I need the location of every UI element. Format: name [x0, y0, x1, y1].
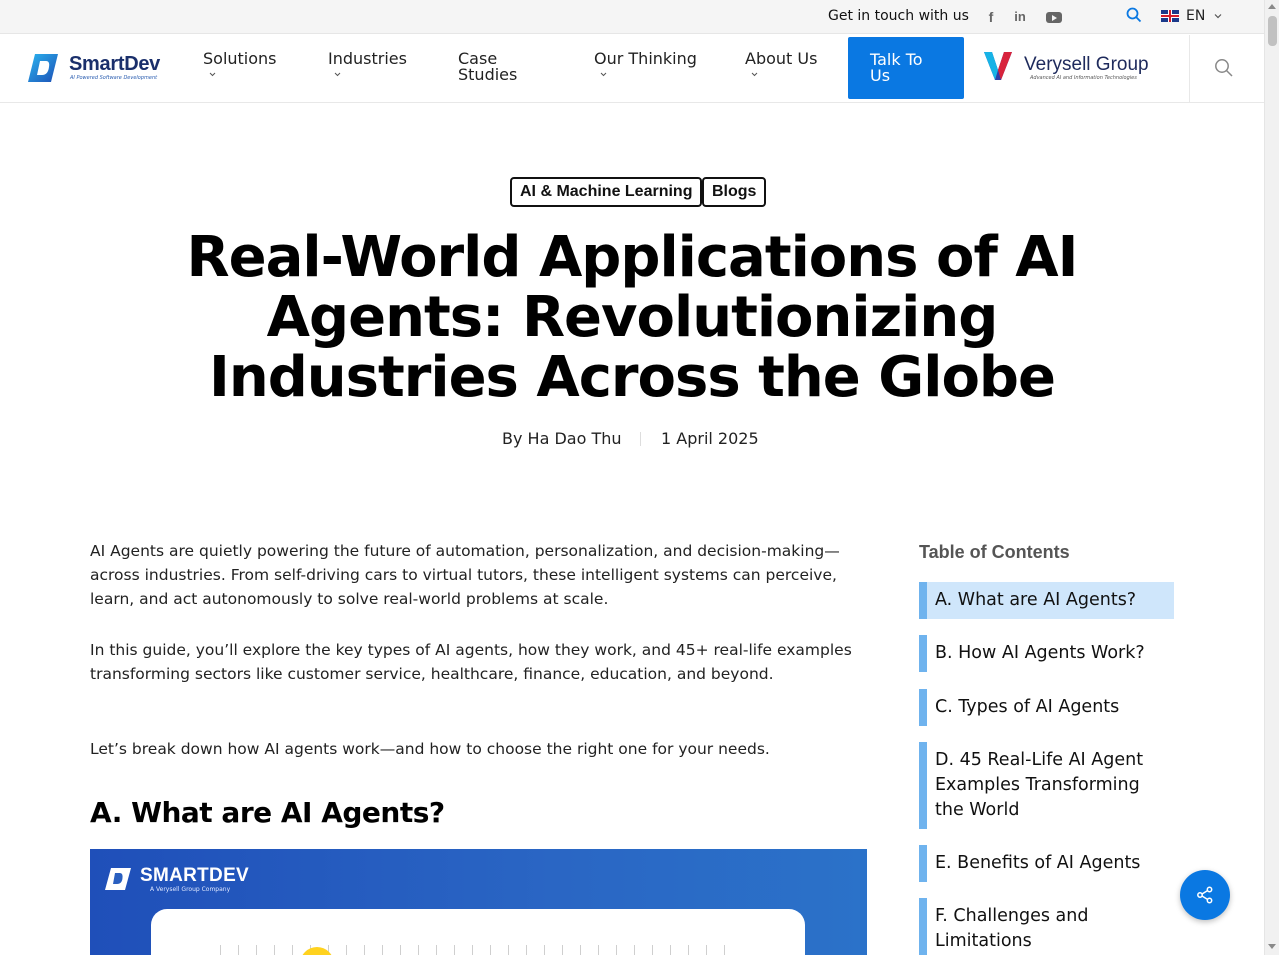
verysell-group-logo[interactable]: Verysell Group Advanced AI and Informati…: [984, 51, 1154, 85]
hero-ruler: [220, 945, 740, 955]
nav-label: Case Studies: [458, 49, 518, 84]
talk-to-us-button[interactable]: Talk To Us: [848, 37, 964, 99]
toc-title: Table of Contents: [919, 542, 1070, 562]
contact-link[interactable]: Get in touch with us: [828, 8, 969, 24]
hero-brand: SMARTDEV: [140, 865, 250, 886]
breakdown-paragraph: Let’s break down how AI agents work—and …: [90, 740, 770, 758]
logo-tagline: AI Powered Software Development: [70, 75, 158, 81]
top-utility-bar: Get in touch with us f in EN: [0, 0, 1264, 34]
smartdev-logo-icon: [28, 54, 58, 82]
linkedin-icon[interactable]: in: [1013, 10, 1027, 24]
author-byline[interactable]: By Ha Dao Thu: [502, 429, 622, 448]
smartdev-logo-icon: [105, 868, 131, 890]
scroll-up-arrow-icon[interactable]: [1268, 4, 1276, 9]
main-header: SmartDev AI Powered Software Development…: [0, 35, 1264, 103]
nav-case-studies[interactable]: Case Studies: [458, 51, 548, 83]
nav-solutions[interactable]: Solutions: [203, 51, 277, 78]
verysell-logo-icon: [984, 52, 1012, 80]
share-button[interactable]: [1180, 870, 1230, 920]
search-icon[interactable]: [1126, 7, 1142, 23]
scroll-down-arrow-icon[interactable]: [1268, 944, 1276, 949]
toc-item-benefits[interactable]: E. Benefits of AI Agents: [919, 845, 1174, 882]
page-scrollbar[interactable]: [1264, 0, 1279, 955]
intro-paragraph: AI Agents are quietly powering the futur…: [90, 542, 840, 608]
section-heading: A. What are AI Agents?: [90, 796, 445, 829]
nav-our-thinking[interactable]: Our Thinking: [594, 51, 697, 78]
chevron-down-icon: [751, 72, 758, 77]
facebook-icon[interactable]: f: [984, 10, 998, 24]
publish-date: 1 April 2025: [661, 429, 759, 448]
category-tag-ai-ml[interactable]: AI & Machine Learning: [510, 177, 703, 207]
partner-name: Verysell Group: [1024, 54, 1149, 75]
partner-tagline: Advanced AI and Information Technologies: [1030, 75, 1137, 81]
article-hero-image: SMARTDEV A Verysell Group Company: [90, 849, 867, 955]
toc-item-real-life-examples[interactable]: D. 45 Real-Life AI Agent Examples Transf…: [919, 742, 1174, 829]
chevron-down-icon: [600, 72, 607, 77]
toc-item-how-ai-agents-work[interactable]: B. How AI Agents Work?: [919, 635, 1174, 672]
language-selector[interactable]: EN: [1186, 8, 1205, 24]
nav-about-us[interactable]: About Us: [745, 51, 817, 78]
guide-paragraph: In this guide, you’ll explore the key ty…: [90, 641, 852, 683]
toc-item-types-of-ai-agents[interactable]: C. Types of AI Agents: [919, 689, 1174, 726]
chevron-down-icon: [334, 72, 341, 77]
byline-divider: [640, 432, 641, 446]
nav-label: About Us: [745, 49, 818, 68]
nav-label: Our Thinking: [594, 49, 697, 68]
uk-flag-icon[interactable]: [1161, 10, 1179, 22]
share-icon: [1197, 886, 1213, 904]
scrollbar-thumb[interactable]: [1268, 16, 1277, 46]
header-search[interactable]: [1189, 35, 1264, 103]
nav-label: Solutions: [203, 49, 277, 68]
logo-name: SmartDev: [69, 53, 160, 75]
toc-item-what-are-ai-agents[interactable]: A. What are AI Agents?: [919, 582, 1174, 619]
chevron-down-icon[interactable]: [1214, 12, 1222, 20]
hero-tagline: A Verysell Group Company: [150, 886, 231, 893]
nav-label: Industries: [328, 49, 407, 68]
toc-item-challenges[interactable]: F. Challenges and Limitations: [919, 898, 1174, 955]
search-icon[interactable]: [1214, 58, 1234, 78]
smartdev-logo[interactable]: SmartDev AI Powered Software Development: [28, 53, 168, 85]
article-title: Real-World Applications of AI Agents: Re…: [186, 225, 1079, 410]
nav-industries[interactable]: Industries: [328, 51, 407, 78]
chevron-down-icon: [209, 72, 216, 77]
youtube-icon[interactable]: [1046, 12, 1062, 23]
category-tag-blogs[interactable]: Blogs: [702, 177, 767, 207]
